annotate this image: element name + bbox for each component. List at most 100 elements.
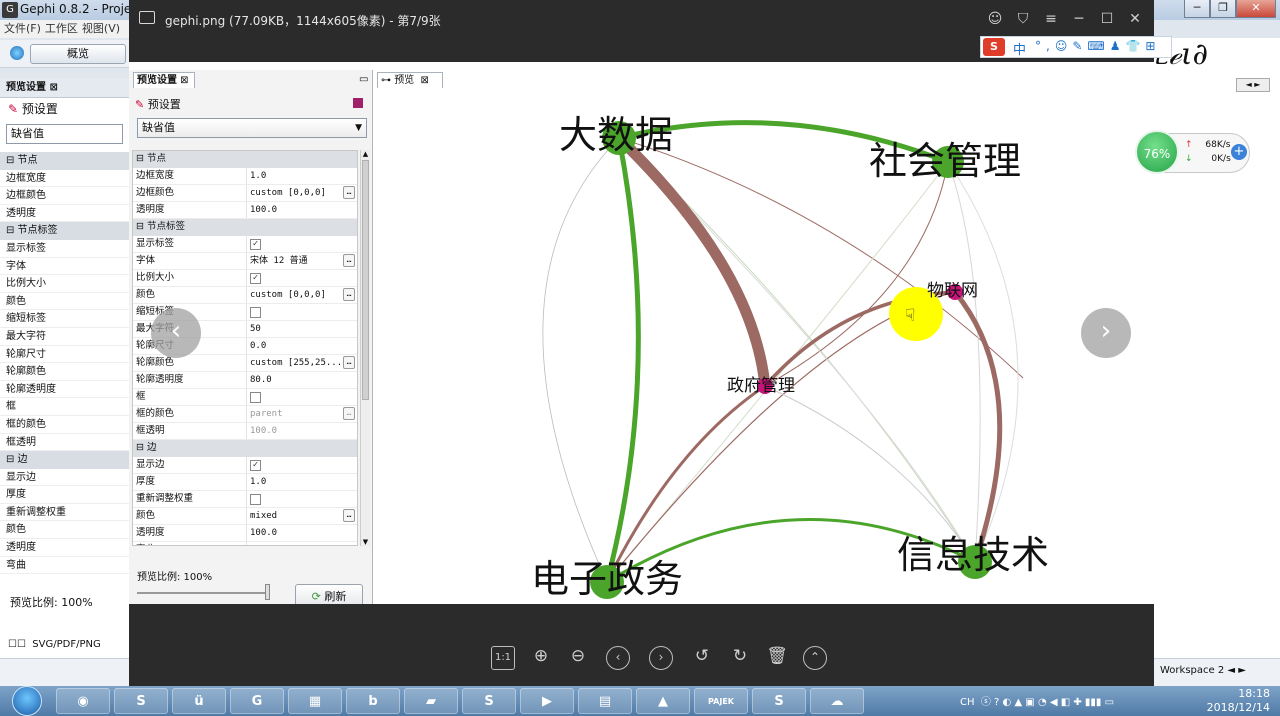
ellipsis-button[interactable]: … [343, 407, 355, 420]
bg-property-row[interactable]: 框 [0, 398, 129, 416]
ellipsis-button[interactable]: … [343, 356, 355, 369]
previous-image-button[interactable]: ‹ [151, 308, 201, 358]
taskbar-app-box[interactable]: ▰ [404, 688, 458, 714]
property-value[interactable]: 1.0 [247, 168, 357, 184]
start-button[interactable] [2, 686, 56, 716]
property-value[interactable]: 0.0 [247, 338, 357, 354]
taskbar-app-folder[interactable]: ▤ [578, 688, 632, 714]
property-value[interactable]: custom [0,0,0]… [247, 185, 357, 201]
property-value[interactable]: 100.0 [247, 202, 357, 218]
bg-property-row[interactable]: 显示边 [0, 469, 129, 487]
property-scrollbar[interactable]: ▲ ▼ [360, 150, 370, 546]
ellipsis-button[interactable]: … [343, 288, 355, 301]
checkbox[interactable] [250, 392, 261, 403]
ellipsis-button[interactable]: … [343, 254, 355, 267]
taskbar-app-skype[interactable]: S [752, 688, 806, 714]
property-row[interactable]: 厚度 1.0 [133, 474, 357, 491]
taskbar-app-gephi[interactable]: G [230, 688, 284, 714]
taskbar-app-sogou[interactable]: S [114, 688, 168, 714]
property-value[interactable]: ✓ [247, 270, 357, 286]
bg-property-row[interactable]: 颜色 [0, 521, 129, 540]
overview-button[interactable]: 概览 [30, 44, 126, 64]
chat-icon[interactable]: ☺ [985, 11, 1005, 27]
bg-property-row[interactable]: 颜色 [0, 293, 129, 311]
bg-property-row[interactable]: 轮廓颜色 [0, 363, 129, 381]
clock[interactable]: 18:18 2018/12/14 [1180, 687, 1270, 715]
bg-scroll-arrows[interactable]: ◄ ► [1236, 78, 1270, 92]
bg-property-row[interactable]: 重新调整权重 [0, 504, 129, 522]
taskbar-app-ucinet[interactable]: ü [172, 688, 226, 714]
property-row[interactable]: 比例大小 ✓ [133, 270, 357, 287]
rotate-right-icon[interactable]: ↻ [728, 646, 752, 670]
property-row[interactable]: 透明度 100.0 [133, 202, 357, 219]
property-value[interactable]: ✓ [247, 542, 357, 545]
checkbox[interactable]: ✓ [250, 460, 261, 471]
property-value[interactable]: 80.0 [247, 372, 357, 388]
zoom-in-icon[interactable]: ⊕ [529, 646, 553, 670]
menu-icon[interactable]: ≡ [1041, 11, 1061, 27]
bg-property-row[interactable]: 轮廓透明度 [0, 381, 129, 399]
network-speed-widget[interactable]: 76% ↑ 68K/s ↓ 0K/s + [1135, 130, 1250, 174]
ellipsis-button[interactable]: … [343, 509, 355, 522]
taskbar-app-browser[interactable]: ◉ [56, 688, 110, 714]
checkbox[interactable] [250, 494, 261, 505]
ellipsis-button[interactable]: … [343, 186, 355, 199]
bg-property-row[interactable]: 透明度 [0, 539, 129, 557]
preview-tab[interactable]: ⊶ 预览 ⊠ [377, 72, 443, 88]
bg-property-row[interactable]: 边框颜色 [0, 187, 129, 205]
property-row[interactable]: 框透明 100.0 [133, 423, 357, 440]
refresh-button[interactable]: ⟳ 刷新 [295, 584, 363, 604]
property-value[interactable]: 宋体 12 普通… [247, 253, 357, 269]
preview-settings-tab[interactable]: 预览设置 ⊠ [133, 72, 195, 88]
delete-icon[interactable]: 🗑 [765, 646, 789, 670]
property-value[interactable]: mixed… [247, 508, 357, 524]
menu-file[interactable]: 文件(F) [4, 22, 41, 35]
checkbox[interactable] [250, 307, 261, 318]
maximize-button[interactable]: ❐ [1210, 0, 1236, 18]
property-row[interactable]: 弯曲✓ [133, 542, 357, 545]
bg-property-row[interactable]: 厚度 [0, 486, 129, 504]
system-tray[interactable]: CH ⓢ ? ◐ ▲ ▣ ◔ ◀ ◧ ✚ ▮▮▮ ▭ [960, 693, 1114, 708]
menu-view[interactable]: 视图(V) [82, 22, 120, 35]
property-value[interactable] [247, 389, 357, 405]
preset-dropdown[interactable]: 缺省值 ▼ [137, 118, 367, 138]
next-image-button[interactable]: › [1081, 308, 1131, 358]
actual-size-button[interactable]: 1:1 [491, 646, 515, 670]
bg-property-row[interactable]: 最大字符 [0, 328, 129, 346]
taskbar-app-green-s[interactable]: S [462, 688, 516, 714]
property-value[interactable]: 50 [247, 321, 357, 337]
zoom-out-icon[interactable]: ⊖ [566, 646, 590, 670]
bg-property-row[interactable]: 框的颜色 [0, 416, 129, 434]
property-value[interactable]: custom [0,0,0]… [247, 287, 357, 303]
workspace-label[interactable]: Workspace 2 ◄ ► [1160, 665, 1246, 676]
bg-property-row[interactable]: 框透明 [0, 434, 129, 452]
property-row[interactable]: 颜色 custom [0,0,0]… [133, 287, 357, 304]
property-value[interactable]: 100.0 [247, 525, 357, 541]
taskbar-app-matlab[interactable]: ▲ [636, 688, 690, 714]
bg-property-section[interactable]: ⊟ 节点 [0, 152, 129, 170]
property-value[interactable]: custom [255,25...… [247, 355, 357, 371]
bg-property-row[interactable]: 字体 [0, 258, 129, 276]
property-row[interactable]: 字体 宋体 12 普通… [133, 253, 357, 270]
viewer-close-button[interactable]: ✕ [1125, 11, 1145, 27]
property-row[interactable]: 边框颜色 custom [0,0,0]… [133, 185, 357, 202]
collapse-icon[interactable]: ⌃ [803, 646, 827, 670]
bg-property-row[interactable]: 比例大小 [0, 275, 129, 293]
ime-toolbar[interactable]: S 中 °,☺✎⌨♟👕⊞ [980, 36, 1172, 58]
bg-property-row[interactable]: 轮廓尺寸 [0, 346, 129, 364]
property-value[interactable] [247, 304, 357, 320]
property-row[interactable]: 颜色 mixed… [133, 508, 357, 525]
taskbar-app-b[interactable]: b [346, 688, 400, 714]
viewer-minimize-button[interactable]: ─ [1069, 11, 1089, 27]
bg-property-section[interactable]: ⊟ 边 [0, 451, 129, 469]
ime-mode[interactable]: 中 [1013, 39, 1026, 58]
bg-property-row[interactable]: 显示标签 [0, 240, 129, 258]
property-section[interactable]: ⊟ 节点标签 [133, 219, 357, 236]
property-row[interactable]: 轮廓透明度 80.0 [133, 372, 357, 389]
property-section[interactable]: ⊟ 边 [133, 440, 357, 457]
checkbox[interactable]: ✓ [250, 239, 261, 250]
close-button[interactable]: ✕ [1236, 0, 1276, 18]
checkbox[interactable]: ✓ [250, 273, 261, 284]
bg-property-row[interactable]: 透明度 [0, 205, 129, 223]
property-value[interactable]: 100.0 [247, 423, 357, 439]
